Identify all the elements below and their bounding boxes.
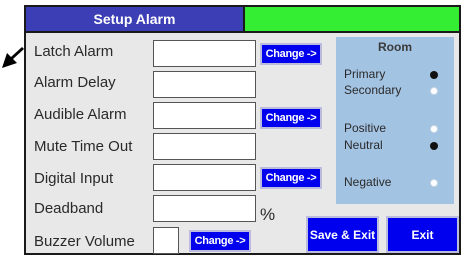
deadband-label: Deadband — [34, 200, 104, 217]
latch-alarm-field[interactable] — [153, 40, 256, 67]
digital-input-change-button[interactable]: Change -> — [260, 167, 322, 189]
buzzer-volume-change-button[interactable]: Change -> — [189, 230, 251, 252]
audible-alarm-change-button[interactable]: Change -> — [260, 107, 322, 129]
room-option-primary-label: Primary — [344, 67, 386, 81]
room-option-negative-label: Negative — [344, 175, 392, 189]
save-exit-button[interactable]: Save & Exit — [306, 216, 379, 253]
deadband-unit: % — [260, 205, 276, 224]
room-title: Room — [378, 40, 412, 54]
arrow-pointer-icon — [2, 47, 24, 68]
audible-alarm-field[interactable] — [153, 102, 256, 129]
buzzer-volume-label: Buzzer Volume — [34, 233, 135, 250]
room-option-neutral-label: Neutral — [344, 138, 383, 152]
audible-alarm-label: Audible Alarm — [34, 106, 127, 123]
digital-input-label: Digital Input — [34, 170, 114, 187]
room-option-negative-radio[interactable] — [430, 179, 438, 187]
page-title: Setup Alarm — [26, 7, 245, 33]
digital-input-field[interactable] — [153, 164, 256, 191]
room-option-secondary-label: Secondary — [344, 83, 402, 97]
buzzer-volume-field[interactable] — [153, 227, 179, 254]
room-option-secondary-radio[interactable] — [430, 87, 438, 95]
room-option-positive-radio[interactable] — [430, 125, 438, 133]
room-option-primary-radio[interactable] — [430, 71, 438, 79]
status-indicator — [245, 7, 459, 33]
exit-button[interactable]: Exit — [386, 216, 459, 253]
mute-time-out-label: Mute Time Out — [34, 138, 133, 155]
latch-alarm-label: Latch Alarm — [34, 43, 114, 60]
alarm-delay-field[interactable] — [153, 71, 256, 98]
deadband-field[interactable] — [153, 195, 256, 222]
room-selector: Room Primary Secondary Positive Neutral … — [336, 37, 454, 204]
room-option-positive-label: Positive — [344, 121, 387, 135]
alarm-delay-label: Alarm Delay — [34, 74, 116, 91]
setup-alarm-panel: Setup Alarm Latch Alarm Change -> Alarm … — [24, 5, 461, 255]
latch-alarm-change-button[interactable]: Change -> — [260, 43, 322, 65]
mute-time-out-field[interactable] — [153, 133, 256, 160]
room-option-neutral-radio[interactable] — [430, 142, 438, 150]
